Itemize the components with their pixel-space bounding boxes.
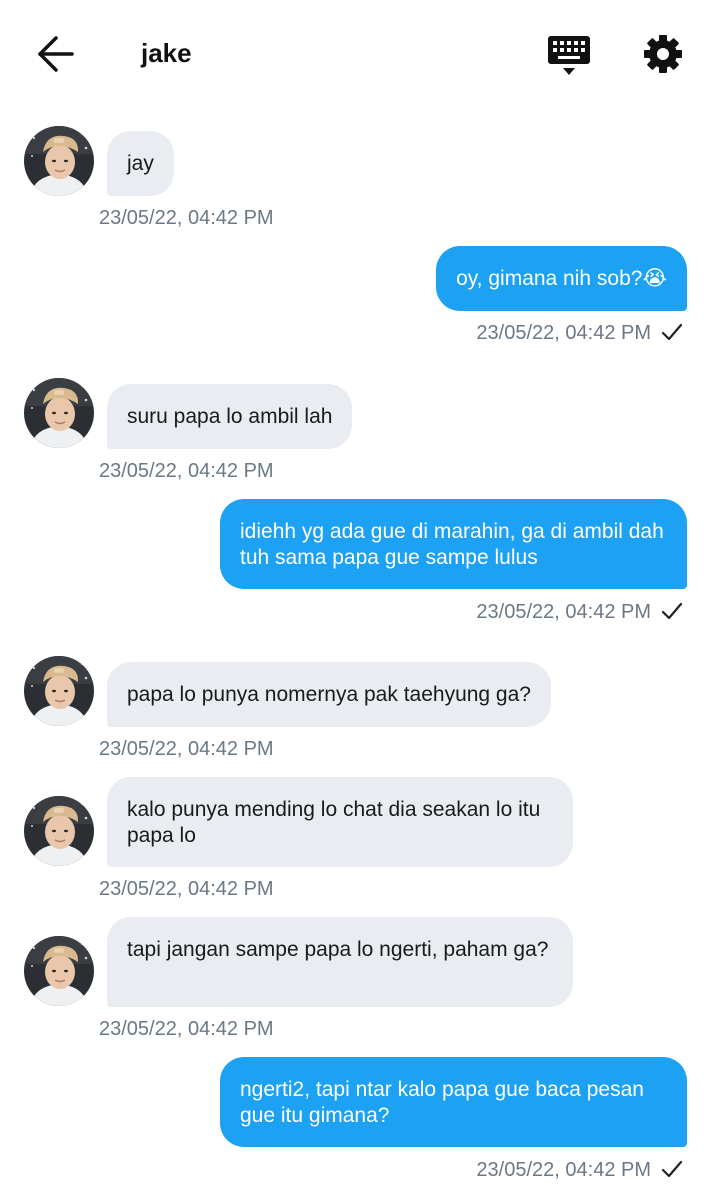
avatar[interactable]: [24, 936, 94, 1006]
message-timestamp: 23/05/22, 04:42 PM: [476, 1159, 651, 1181]
contact-name: jake: [141, 38, 192, 68]
message-bubble[interactable]: suru papa lo ambil lah: [107, 384, 353, 449]
message-timestamp: 23/05/22, 04:42 PM: [476, 322, 651, 344]
message-bubble[interactable]: jay: [107, 131, 174, 196]
message-timestamp: 23/05/22, 04:42 PM: [99, 1018, 274, 1040]
settings-button[interactable]: [641, 34, 685, 74]
message-bubble[interactable]: ngerti2, tapi ntar kalo papa gue baca pe…: [220, 1057, 687, 1147]
message-bubble[interactable]: oy, gimana nih sob?😭: [436, 246, 687, 311]
back-button[interactable]: [34, 34, 78, 74]
keyboard-button[interactable]: [546, 34, 592, 78]
message-timestamp: 23/05/22, 04:42 PM: [476, 601, 651, 623]
profile-photo: [24, 126, 94, 196]
sent-check-icon: [661, 323, 683, 341]
profile-photo: [24, 936, 94, 1006]
keyboard-icon: [548, 36, 590, 75]
chat-header: jake: [0, 0, 711, 110]
profile-photo: [24, 796, 94, 866]
gear-icon: [644, 35, 682, 73]
avatar[interactable]: [24, 378, 94, 448]
profile-photo: [24, 656, 94, 726]
avatar[interactable]: [24, 126, 94, 196]
message-timestamp: 23/05/22, 04:42 PM: [99, 738, 274, 760]
arrow-left-icon: [38, 36, 74, 72]
message-timestamp: 23/05/22, 04:42 PM: [99, 207, 274, 229]
sent-check-icon: [661, 602, 683, 620]
message-bubble[interactable]: kalo punya mending lo chat dia seakan lo…: [107, 777, 573, 867]
profile-photo: [24, 378, 94, 448]
message-timestamp: 23/05/22, 04:42 PM: [99, 878, 274, 900]
avatar[interactable]: [24, 796, 94, 866]
message-bubble[interactable]: tapi jangan sampe papa lo ngerti, paham …: [107, 917, 573, 1007]
message-bubble[interactable]: idiehh yg ada gue di marahin, ga di ambi…: [220, 499, 687, 589]
avatar[interactable]: [24, 656, 94, 726]
message-timestamp: 23/05/22, 04:42 PM: [99, 460, 274, 482]
sent-check-icon: [661, 1160, 683, 1178]
message-bubble[interactable]: papa lo punya nomernya pak taehyung ga?: [107, 662, 551, 727]
